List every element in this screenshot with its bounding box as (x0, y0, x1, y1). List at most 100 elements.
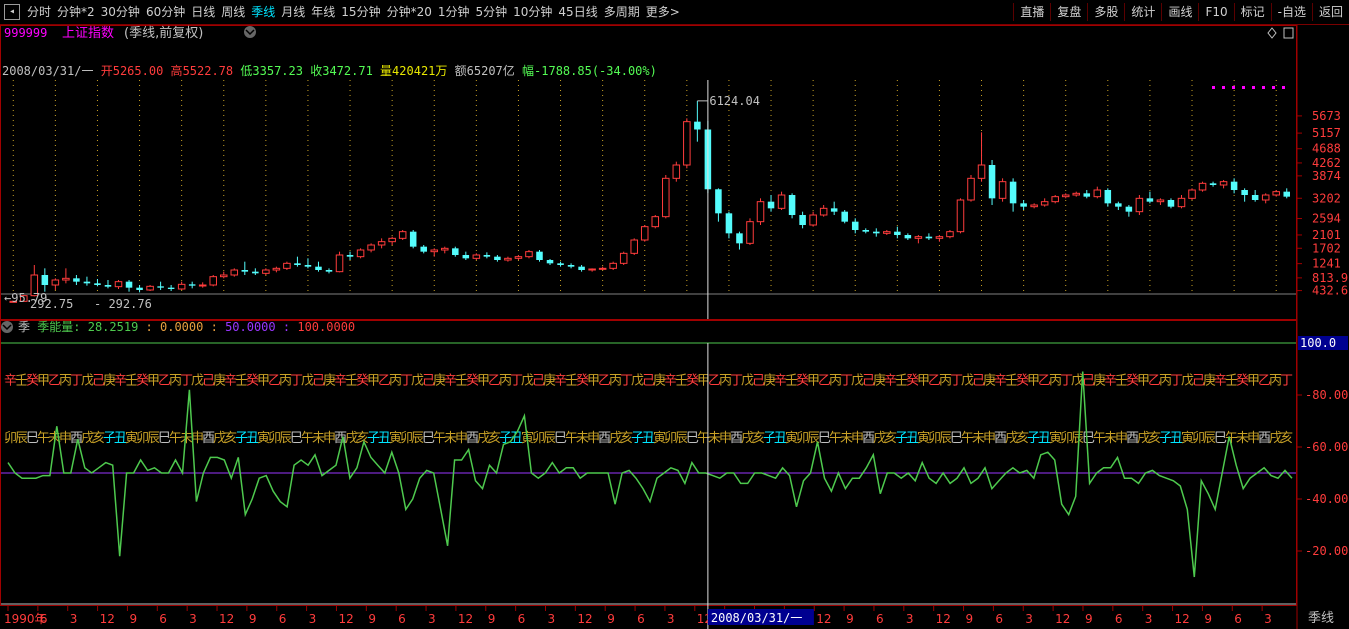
indicator-collapse-icon[interactable] (1, 321, 13, 333)
collapse-icon[interactable]: ◂ (4, 4, 20, 20)
period-tab-12[interactable]: 5分钟 (473, 3, 511, 21)
function-button-5[interactable]: F10 (1198, 3, 1233, 21)
candle (452, 246, 459, 257)
candle (1030, 203, 1038, 209)
function-button-2[interactable]: 多股 (1087, 3, 1124, 21)
time-label: 12 (338, 612, 353, 626)
candle (756, 198, 765, 225)
time-label: 3 (309, 612, 317, 626)
candle (935, 235, 944, 242)
candle (883, 230, 891, 235)
candle (494, 255, 501, 262)
candle (1251, 190, 1259, 202)
function-button-1[interactable]: 复盘 (1050, 3, 1087, 21)
period-tab-16[interactable]: 更多> (643, 3, 683, 21)
candle (304, 258, 312, 269)
candle (83, 276, 91, 286)
time-label: 9 (488, 612, 496, 626)
candle (956, 198, 965, 234)
period-tab-9[interactable]: 15分钟 (338, 3, 383, 21)
candle (1135, 195, 1144, 215)
candle (377, 238, 386, 249)
candle (841, 210, 848, 224)
period-tab-8[interactable]: 年线 (308, 3, 338, 21)
period-tab-6[interactable]: 季线 (248, 3, 278, 21)
time-label: 3 (1025, 612, 1033, 626)
period-tab-2[interactable]: 30分钟 (98, 3, 143, 21)
candle (514, 255, 523, 260)
function-button-4[interactable]: 画线 (1161, 3, 1198, 21)
function-button-3[interactable]: 统计 (1124, 3, 1161, 21)
candle (367, 243, 375, 253)
candle (230, 268, 239, 277)
function-button-8[interactable]: 返回 (1311, 3, 1349, 21)
box-icon[interactable] (1283, 27, 1294, 39)
candle (146, 285, 154, 291)
candle (1283, 188, 1291, 199)
period-tab-3[interactable]: 60分钟 (143, 3, 188, 21)
period-tab-4[interactable]: 日线 (188, 3, 218, 21)
candle (294, 256, 301, 267)
function-button-6[interactable]: 标记 (1233, 3, 1271, 21)
candle (441, 246, 449, 254)
glyph-row-upper: 辛壬癸甲乙丙丁戊己庚辛壬癸甲乙丙丁戊己庚辛壬癸甲乙丙丁戊己庚辛壬癸甲乙丙丁戊己庚… (4, 373, 1293, 389)
marker-dot (1222, 86, 1225, 89)
candle (398, 230, 407, 240)
low-label: 292.75 (30, 297, 73, 311)
period-tab-7[interactable]: 月线 (278, 3, 308, 21)
marker-dot (1232, 86, 1235, 89)
time-label: 12 (816, 612, 831, 626)
period-tab-13[interactable]: 10分钟 (510, 3, 555, 21)
candle (904, 233, 912, 240)
period-tab-0[interactable]: 分时 (24, 3, 54, 21)
function-button-0[interactable]: 直播 (1013, 3, 1050, 21)
time-label: 12 (1055, 612, 1070, 626)
chart-mode: (季线,前复权) (124, 25, 203, 41)
candle (315, 261, 322, 272)
candle (651, 215, 660, 229)
candle (925, 233, 933, 240)
time-label: 12 (936, 612, 951, 626)
diamond-icon[interactable] (1267, 27, 1277, 39)
period-tab-15[interactable]: 多周期 (601, 3, 643, 21)
candle (283, 261, 291, 270)
price-tick-label: 1241 (1312, 257, 1341, 271)
period-tab-5[interactable]: 周线 (218, 3, 248, 21)
period-tab-10[interactable]: 分钟*20 (384, 3, 435, 21)
time-label: 9 (1085, 612, 1093, 626)
marker-dot (1272, 86, 1275, 89)
time-label: 6 (518, 612, 526, 626)
candle (662, 175, 670, 219)
candle (157, 281, 164, 290)
time-label: 6 (1234, 612, 1242, 626)
energy-axis-label: -60.00 (1305, 440, 1348, 454)
candle (51, 278, 60, 290)
low-label: - 292.76 (94, 297, 152, 311)
candle (609, 261, 617, 270)
period-tab-14[interactable]: 45日线 (555, 3, 600, 21)
glyph: 亥 (1280, 431, 1293, 446)
candle (914, 235, 923, 244)
candle (715, 188, 722, 222)
time-label: 3 (189, 612, 197, 626)
price-tick-label: 3202 (1312, 191, 1341, 205)
candle (1040, 198, 1049, 207)
candle (630, 238, 638, 255)
function-button-7[interactable]: -自选 (1270, 3, 1312, 21)
period-tab-11[interactable]: 1分钟 (435, 3, 473, 21)
candlestick-chart[interactable]: 5673 5157 468842623874 3202 2594 21011702 1241… (1, 80, 1348, 319)
energy-indicator-chart[interactable]: 100.0 -80.00 -60.00 -40.00 -20.00 辛壬癸甲乙丙丁戊己庚辛… (1, 336, 1348, 629)
period-toolbar: ◂ 分时 分钟*2 30分钟 60分钟 日线 周线 季线 月线 年线 15分钟 分钟*20 1分钟 5分… (0, 0, 1349, 25)
candle (725, 211, 733, 239)
candle (136, 285, 143, 293)
time-label: 6 (279, 612, 287, 626)
chart-area[interactable]: 999999 上证指数 (季线,前复权) 2008/03/31/一 开5265.… (0, 25, 1349, 629)
candle (998, 178, 1007, 202)
chevron-down-icon[interactable] (244, 26, 256, 38)
candle (694, 100, 701, 142)
energy-axis-label: -40.00 (1305, 492, 1348, 506)
candle (1072, 191, 1081, 197)
period-tab-1[interactable]: 分钟*2 (54, 3, 98, 21)
marker-dot (1262, 86, 1265, 89)
candle (1061, 193, 1070, 199)
